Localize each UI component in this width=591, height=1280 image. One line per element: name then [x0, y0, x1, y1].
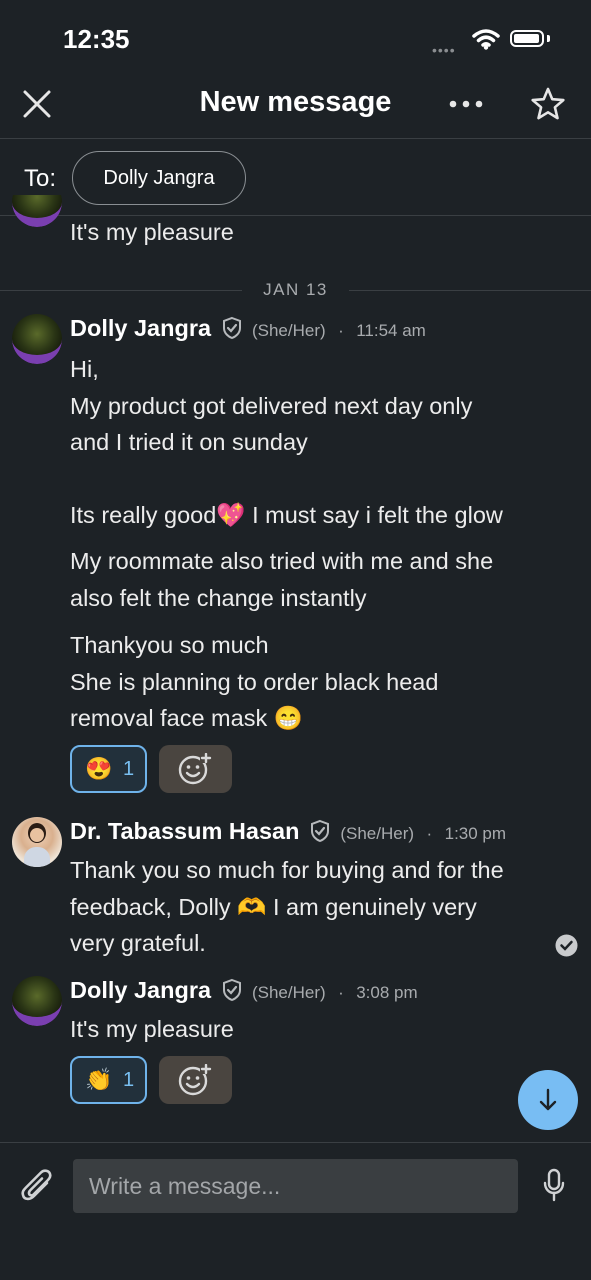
scroll-to-bottom-button[interactable] [518, 1070, 578, 1130]
reaction-count: 1 [123, 1069, 135, 1091]
read-receipt-icon [555, 934, 578, 957]
arrow-down-icon [539, 1088, 557, 1111]
reaction-emoji: 👏 [85, 1067, 113, 1092]
message-line: very grateful. [70, 930, 206, 956]
wifi-icon [472, 29, 500, 50]
add-reaction-icon [178, 1064, 212, 1096]
meta-dot: · [426, 824, 433, 843]
message-line: Thank you so much for buying and for the [70, 857, 504, 883]
page-title: New message [199, 86, 392, 118]
signal-icon: •••• [432, 42, 456, 58]
avatar[interactable] [12, 817, 62, 867]
reaction-emoji: 😍 [85, 756, 113, 781]
meta-dot: · [338, 983, 344, 1002]
sender-name[interactable]: Dr. Tabassum Hasan [70, 818, 299, 844]
battery-tip [547, 35, 550, 42]
meta-dot: · [338, 321, 344, 340]
message-paragraph: My roommate also tried with me and she a… [70, 543, 580, 616]
recipient-chip[interactable]: Dolly Jangra [72, 151, 246, 205]
status-time: 12:35 [63, 24, 130, 54]
message-header: Dolly Jangra (She/Her) · 11:54 am [70, 315, 426, 342]
message-body: Thank you so much for buying and for the… [70, 852, 550, 962]
microphone-icon[interactable] [542, 1168, 566, 1204]
date-separator-label: JAN 13 [263, 280, 328, 299]
message-header: Dr. Tabassum Hasan (She/Her) · 1:30 pm [70, 818, 506, 845]
message-line: feedback, Dolly 🫶 I am genuinely very [70, 893, 477, 920]
reaction-button[interactable]: 👏 1 [70, 1056, 147, 1104]
verified-icon [222, 978, 241, 1002]
pronouns: (She/Her) [251, 983, 326, 1002]
message-time: 1:30 pm [444, 824, 507, 843]
avatar[interactable] [12, 314, 62, 364]
message-body: It's my pleasure [70, 1011, 550, 1048]
star-icon[interactable] [530, 86, 566, 122]
add-reaction-button[interactable] [159, 1056, 232, 1104]
previous-message-text: It's my pleasure [70, 219, 234, 245]
message-header: Dolly Jangra (She/Her) · 3:08 pm [70, 977, 418, 1004]
composer-divider [0, 1142, 591, 1143]
message-line: Hi, [70, 356, 99, 382]
message-line: also felt the change instantly [70, 584, 367, 611]
verified-icon [222, 316, 241, 340]
battery-icon [510, 30, 544, 47]
message-line: and I tried it on sunday [70, 429, 308, 455]
header-divider [0, 138, 591, 139]
reaction-button[interactable]: 😍 1 [70, 745, 147, 793]
reaction-count: 1 [123, 758, 135, 780]
sender-name[interactable]: Dolly Jangra [70, 977, 211, 1003]
message-time: 11:54 am [356, 321, 426, 340]
message-line: It's my pleasure [70, 1016, 234, 1042]
message-line: removal face mask 😁 [70, 705, 303, 731]
pronouns: (She/Her) [340, 824, 415, 843]
message-time: 3:08 pm [356, 983, 418, 1002]
message-line: My product got delivered next day only [70, 392, 473, 419]
add-reaction-icon [178, 753, 212, 785]
to-label: To: [24, 165, 57, 192]
message-line: My roommate also tried with me and she [70, 548, 494, 574]
paperclip-icon[interactable] [20, 1167, 54, 1205]
message-line: Its really good💖 I must say i felt the g… [70, 502, 503, 528]
message-line: She is planning to order black head [70, 668, 439, 695]
message-input-placeholder: Write a message... [89, 1173, 281, 1199]
message-line: Thankyou so much [70, 632, 269, 658]
pronouns: (She/Her) [251, 321, 326, 340]
add-reaction-button[interactable] [159, 745, 232, 793]
sender-name[interactable]: Dolly Jangra [70, 315, 211, 341]
avatar-partial [12, 195, 62, 227]
avatar[interactable] [12, 976, 62, 1026]
message-body: Hi, My product got delivered next day on… [70, 351, 580, 534]
verified-icon [310, 819, 329, 843]
message-paragraph: Thankyou so much She is planning to orde… [70, 627, 580, 737]
more-icon[interactable] [448, 97, 484, 111]
